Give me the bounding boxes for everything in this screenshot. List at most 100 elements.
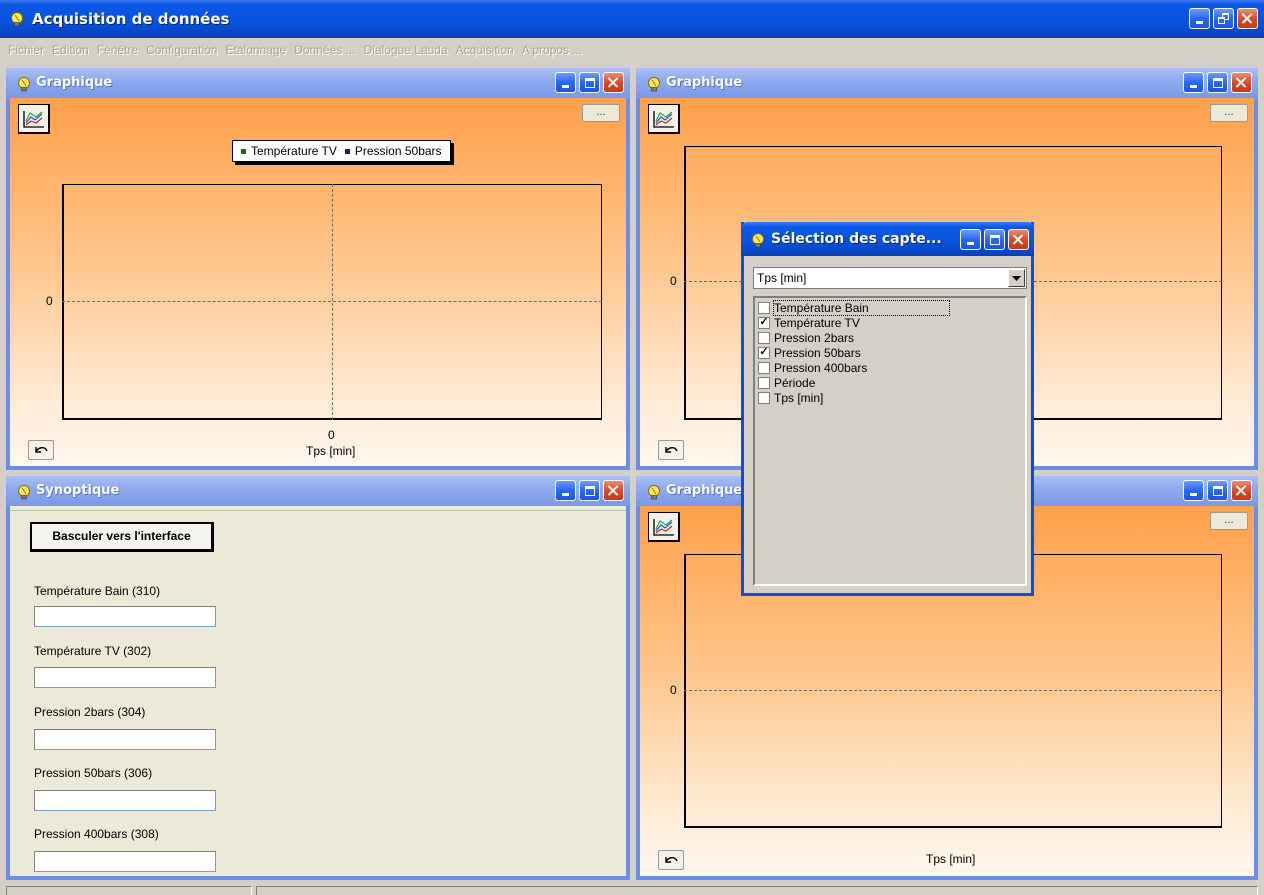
sensor-value-field[interactable]	[34, 790, 216, 811]
sensor-option-label: Température TV	[774, 315, 860, 330]
options-button[interactable]: ...	[582, 104, 620, 122]
x-axis-title: Tps [min]	[306, 444, 356, 458]
sensor-option-label: Température Bain	[773, 299, 950, 316]
menu-edition[interactable]: Edition	[48, 41, 93, 59]
legend-label: Température TV	[251, 144, 337, 158]
options-button[interactable]: ...	[1210, 512, 1248, 530]
minimize-icon	[967, 242, 974, 245]
minimize-button[interactable]	[555, 480, 576, 501]
checkbox[interactable]	[758, 391, 770, 404]
dropdown-arrow-icon[interactable]	[1008, 269, 1025, 287]
lightbulb-icon	[752, 233, 764, 248]
close-button[interactable]	[1231, 480, 1252, 501]
sensor-value-field[interactable]	[34, 606, 216, 627]
minimize-button[interactable]	[555, 72, 576, 93]
undo-icon	[665, 446, 678, 453]
menu-configuration[interactable]: Configuration	[142, 41, 221, 59]
legend-item: Température TV	[241, 144, 337, 158]
sensor-option-pression-400bars[interactable]: Pression 400bars	[755, 360, 1025, 375]
menu-fenetre[interactable]: Fenêtre	[93, 41, 142, 59]
checkbox-checked[interactable]: ✓	[758, 346, 770, 359]
chart-icon	[22, 109, 45, 128]
sensor-option-pression-2bars[interactable]: Pression 2bars	[755, 330, 1025, 345]
maximize-icon	[1212, 77, 1223, 88]
chart-settings-button[interactable]	[648, 104, 680, 134]
sensor-option-temperature-tv[interactable]: ✓ Température TV	[755, 315, 1025, 330]
close-icon	[1236, 77, 1247, 88]
sensor-option-temperature-bain[interactable]: Température Bain	[755, 299, 1025, 316]
minimize-button[interactable]	[1183, 72, 1204, 93]
close-icon	[608, 485, 619, 496]
sensor-option-pression-50bars[interactable]: ✓ Pression 50bars	[755, 345, 1025, 360]
x-tick-label: 0	[328, 428, 335, 442]
chart-settings-button[interactable]	[648, 512, 680, 542]
checkbox[interactable]	[758, 301, 770, 314]
minimize-button[interactable]	[1189, 8, 1210, 29]
sensor-option-label: Tps [min]	[774, 390, 824, 405]
minimize-icon	[1190, 493, 1197, 496]
zero-gridline	[684, 690, 1222, 691]
close-button[interactable]	[603, 72, 624, 93]
undo-zoom-button[interactable]	[658, 850, 684, 870]
checkbox[interactable]	[758, 361, 770, 374]
legend-label: Pression 50bars	[354, 144, 442, 158]
restore-button[interactable]	[1213, 8, 1234, 29]
app-titlebar: Acquisition de données	[0, 0, 1264, 38]
minimize-button[interactable]	[1183, 480, 1204, 501]
sensor-label: Pression 50bars (306)	[34, 766, 153, 780]
close-button[interactable]	[1231, 72, 1252, 93]
options-button[interactable]: ...	[1210, 104, 1248, 122]
checkbox[interactable]	[758, 376, 770, 389]
sensor-option-label: Pression 50bars	[774, 345, 861, 360]
menu-dialogue-lauda[interactable]: Dialogue Lauda	[360, 41, 452, 59]
sensor-option-tps[interactable]: Tps [min]	[755, 390, 1025, 405]
window-title: Graphique	[666, 483, 743, 498]
undo-icon	[35, 446, 48, 453]
maximize-button[interactable]	[1207, 72, 1228, 93]
synoptique-body: Basculer vers l'interface Température Ba…	[10, 506, 626, 876]
app-title: Acquisition de données	[32, 10, 230, 28]
graph-window-titlebar[interactable]: Graphique	[6, 68, 630, 98]
lightbulb-icon	[648, 77, 660, 92]
close-icon	[608, 77, 619, 88]
maximize-icon	[584, 485, 595, 496]
menu-donnees[interactable]: Données ...	[290, 41, 359, 59]
chart-icon	[652, 517, 675, 536]
maximize-button[interactable]	[579, 72, 600, 93]
close-button[interactable]	[1008, 229, 1029, 250]
sensor-value-field[interactable]	[34, 851, 216, 872]
close-button[interactable]	[603, 480, 624, 501]
minimize-icon	[562, 85, 569, 88]
sensor-option-periode[interactable]: Période	[755, 375, 1025, 390]
menu-a-propos[interactable]: A propos ...	[518, 41, 587, 59]
maximize-button[interactable]	[579, 480, 600, 501]
zero-gridline-vertical	[332, 184, 333, 420]
menu-fichier[interactable]: Fichier	[4, 41, 48, 59]
sensor-label: Pression 2bars (304)	[34, 705, 146, 719]
undo-zoom-button[interactable]	[658, 440, 684, 460]
menu-acquisition[interactable]: Acquisition	[452, 41, 518, 59]
window-title: Synoptique	[36, 483, 120, 498]
menu-etalonnage[interactable]: Etalonnage	[221, 41, 290, 59]
maximize-button[interactable]	[984, 229, 1005, 250]
chart-settings-button[interactable]	[18, 104, 50, 134]
synoptique-titlebar[interactable]: Synoptique	[6, 476, 630, 506]
checkbox[interactable]	[758, 331, 770, 344]
checkbox-checked[interactable]: ✓	[758, 316, 770, 329]
chart-legend: Température TV Pression 50bars	[232, 140, 451, 162]
chart-area: ... Température TV Pression 50bars 0 0 T…	[10, 98, 626, 466]
dialog-titlebar[interactable]: Sélection des capte...	[741, 222, 1034, 256]
restore-icon	[1218, 13, 1229, 24]
undo-zoom-button[interactable]	[28, 440, 54, 460]
dialog-title: Sélection des capte...	[771, 231, 942, 247]
window-title: Graphique	[666, 75, 743, 90]
maximize-button[interactable]	[1207, 480, 1228, 501]
close-button[interactable]	[1237, 8, 1258, 29]
sensor-value-field[interactable]	[34, 729, 216, 750]
x-axis-select[interactable]: Tps [min]	[753, 267, 1027, 289]
switch-interface-button[interactable]: Basculer vers l'interface	[30, 522, 214, 552]
graph-window-titlebar[interactable]: Graphique	[636, 68, 1258, 98]
status-pane	[6, 886, 252, 895]
minimize-button[interactable]	[960, 229, 981, 250]
sensor-value-field[interactable]	[34, 667, 216, 688]
